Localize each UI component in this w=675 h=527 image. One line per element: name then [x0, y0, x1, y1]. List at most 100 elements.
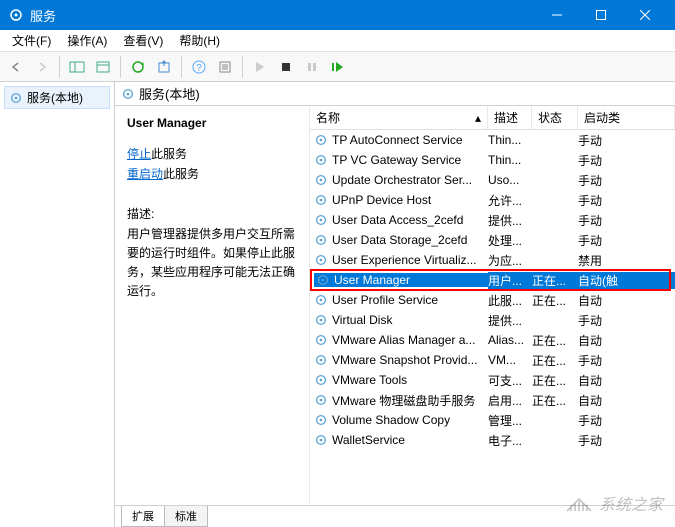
stop-service-link[interactable]: 停止: [127, 147, 151, 161]
minimize-button[interactable]: [535, 5, 579, 25]
gear-icon: [314, 173, 328, 187]
column-startup[interactable]: 启动类: [578, 106, 675, 129]
show-hide-pane-button[interactable]: [65, 55, 89, 79]
service-row[interactable]: VMware Alias Manager a...Alias...正在...自动: [310, 330, 675, 350]
gear-icon: [314, 233, 328, 247]
service-startup: 自动: [578, 292, 675, 309]
service-desc: 提供...: [488, 312, 532, 329]
column-description[interactable]: 描述: [488, 106, 532, 129]
service-status: 正在...: [532, 292, 578, 309]
tab-standard[interactable]: 标准: [164, 506, 208, 527]
restart-suffix: 此服务: [163, 167, 199, 181]
menu-help[interactable]: 帮助(H): [171, 30, 228, 51]
restart-service-link[interactable]: 重启动: [127, 167, 163, 181]
service-name: UPnP Device Host: [332, 193, 431, 207]
service-row[interactable]: UPnP Device Host允许...手动: [310, 190, 675, 210]
service-row[interactable]: TP AutoConnect ServiceThin...手动: [310, 130, 675, 150]
gear-icon: [9, 91, 23, 105]
gear-icon: [316, 273, 330, 287]
service-row[interactable]: User Manager用户...正在...自动(触: [310, 270, 675, 290]
gear-icon: [314, 373, 328, 387]
gear-icon: [314, 333, 328, 347]
service-desc: 可支...: [488, 372, 532, 389]
service-row[interactable]: User Data Storage_2cefd处理...手动: [310, 230, 675, 250]
pane-header: 服务(本地): [115, 82, 675, 106]
detail-pane: User Manager 停止此服务 重启动此服务 描述: 用户管理器提供多用户…: [115, 106, 310, 505]
gear-icon: [314, 213, 328, 227]
forward-button[interactable]: [30, 55, 54, 79]
service-desc: Thin...: [488, 153, 532, 167]
service-row[interactable]: VMware Tools可支...正在...自动: [310, 370, 675, 390]
tree-node-label: 服务(本地): [27, 89, 83, 106]
gear-icon: [314, 413, 328, 427]
service-desc: 提供...: [488, 212, 532, 229]
service-row[interactable]: Volume Shadow Copy管理...手动: [310, 410, 675, 430]
service-name: VMware Snapshot Provid...: [332, 353, 477, 367]
service-row[interactable]: Virtual Disk 提供... 手动: [310, 310, 675, 330]
service-list[interactable]: TP AutoConnect ServiceThin...手动TP VC Gat…: [310, 130, 675, 505]
gear-icon: [314, 313, 328, 327]
export-list-button[interactable]: [91, 55, 115, 79]
window-title: 服务: [30, 6, 535, 25]
column-name[interactable]: 名称▴: [310, 106, 488, 129]
pane-title: 服务(本地): [139, 84, 200, 103]
restart-service-button[interactable]: [326, 55, 350, 79]
back-button[interactable]: [4, 55, 28, 79]
tab-extended[interactable]: 扩展: [121, 506, 165, 527]
properties-button[interactable]: [213, 55, 237, 79]
view-tabs: 扩展 标准: [115, 505, 675, 527]
service-startup: 手动: [578, 232, 675, 249]
start-service-button[interactable]: [248, 55, 272, 79]
stop-service-button[interactable]: [274, 55, 298, 79]
service-startup: 自动: [578, 372, 675, 389]
gear-icon: [314, 153, 328, 167]
service-startup: 手动: [578, 132, 675, 149]
tree-node-services-local[interactable]: 服务(本地): [4, 86, 110, 109]
stop-suffix: 此服务: [151, 147, 187, 161]
service-status: 正在...: [532, 272, 578, 289]
pause-service-button[interactable]: [300, 55, 324, 79]
sort-asc-icon: ▴: [475, 111, 481, 125]
service-name: User Profile Service: [332, 293, 438, 307]
service-desc: 启用...: [488, 392, 532, 409]
description-text: 用户管理器提供多用户交互所需要的运行时组件。如果停止此服务，某些应用程序可能无法…: [127, 225, 297, 302]
service-row[interactable]: User Experience Virtualiz...为应...禁用: [310, 250, 675, 270]
service-desc: 处理...: [488, 232, 532, 249]
column-status[interactable]: 状态: [532, 106, 578, 129]
maximize-button[interactable]: [579, 5, 623, 25]
service-desc: 允许...: [488, 192, 532, 209]
service-startup: 手动: [578, 432, 675, 449]
menu-file[interactable]: 文件(F): [4, 30, 59, 51]
service-name: User Data Access_2cefd: [332, 213, 463, 227]
service-name: VMware Tools: [332, 373, 407, 387]
gear-icon: [8, 7, 24, 23]
service-row[interactable]: WalletService电子...手动: [310, 430, 675, 450]
service-desc: Alias...: [488, 333, 532, 347]
service-startup: 自动(触: [578, 272, 675, 289]
service-row[interactable]: TP VC Gateway ServiceThin...手动: [310, 150, 675, 170]
close-button[interactable]: [623, 5, 667, 25]
export-button[interactable]: [152, 55, 176, 79]
service-row[interactable]: Update Orchestrator Ser...Uso...手动: [310, 170, 675, 190]
service-row[interactable]: User Data Access_2cefd提供...手动: [310, 210, 675, 230]
service-row[interactable]: VMware Snapshot Provid...VM...正在...手动: [310, 350, 675, 370]
menu-view[interactable]: 查看(V): [115, 30, 171, 51]
help-button[interactable]: ?: [187, 55, 211, 79]
gear-icon: [314, 353, 328, 367]
refresh-button[interactable]: [126, 55, 150, 79]
service-row[interactable]: User Profile Service此服...正在...自动: [310, 290, 675, 310]
service-desc: 用户...: [488, 272, 532, 289]
gear-icon: [121, 87, 135, 101]
service-row[interactable]: VMware 物理磁盘助手服务启用...正在...自动: [310, 390, 675, 410]
service-startup: 自动: [578, 332, 675, 349]
menu-action[interactable]: 操作(A): [59, 30, 115, 51]
service-startup: 自动: [578, 392, 675, 409]
separator: [120, 56, 121, 78]
menubar: 文件(F) 操作(A) 查看(V) 帮助(H): [0, 30, 675, 52]
service-startup: 手动: [578, 352, 675, 369]
service-name: Virtual Disk: [332, 313, 392, 327]
service-name: TP AutoConnect Service: [332, 133, 463, 147]
service-startup: 手动: [578, 312, 675, 329]
gear-icon: [314, 293, 328, 307]
service-name: VMware 物理磁盘助手服务: [332, 392, 475, 409]
